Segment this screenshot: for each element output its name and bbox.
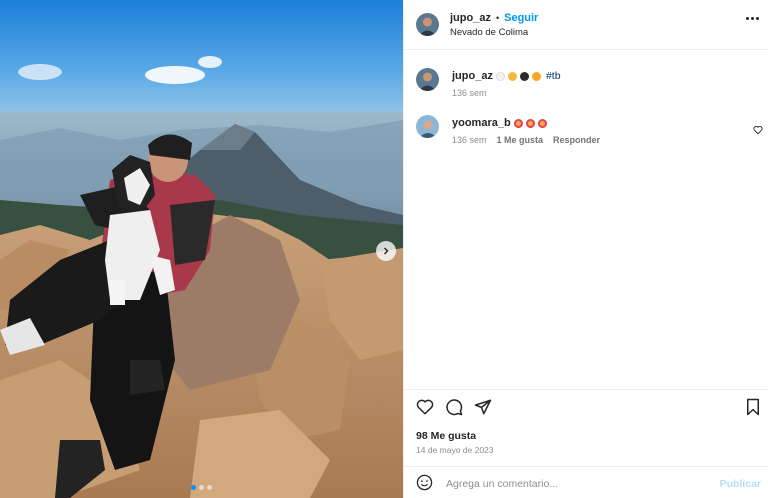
caption-line: jupo_az #tb <box>452 70 561 82</box>
more-options-button[interactable] <box>746 17 759 20</box>
like-comment-button[interactable] <box>753 122 763 140</box>
post-side-panel: jupo_az • Seguir Nevado de Colima jupo_a… <box>403 0 768 498</box>
comment-likes[interactable]: 1 Me gusta <box>497 135 544 145</box>
carousel-dot <box>191 485 196 490</box>
heart-outline-icon <box>753 126 763 135</box>
comment-icon <box>446 399 463 416</box>
carousel-dot <box>199 485 204 490</box>
chevron-right-icon <box>384 247 389 255</box>
action-bar <box>404 389 768 423</box>
comment-composer: Publicar <box>404 466 768 498</box>
carousel-indicator <box>0 485 403 490</box>
hashtag-link[interactable]: #tb <box>546 70 561 82</box>
comment-username[interactable]: yoomara_b <box>452 117 511 129</box>
post-header: jupo_az • Seguir Nevado de Colima <box>404 0 768 50</box>
reply-button[interactable]: Responder <box>553 135 600 145</box>
post-date[interactable]: 14 de mayo de 2023 <box>416 445 494 455</box>
like-button[interactable] <box>416 398 434 421</box>
comment-username[interactable]: jupo_az <box>452 70 493 82</box>
smiley-icon <box>416 474 433 491</box>
emoji-picker-button[interactable] <box>416 474 433 496</box>
comment-meta: 136 sem 1 Me gusta Responder <box>452 135 600 145</box>
caption-meta: 136 sem <box>452 88 487 98</box>
avatar-image <box>416 68 439 91</box>
commenter-avatar[interactable] <box>416 115 439 138</box>
caption-avatar[interactable] <box>416 68 439 91</box>
post-photo[interactable] <box>0 0 403 498</box>
photo-image <box>0 0 403 498</box>
black-heart-icon <box>519 71 529 81</box>
comment-age[interactable]: 136 sem <box>452 88 487 98</box>
carousel-next-button[interactable] <box>376 241 396 261</box>
avatar-image <box>416 115 439 138</box>
smiling-heart-eyes-icon <box>507 71 517 81</box>
avatar-image <box>416 13 439 36</box>
send-icon <box>474 399 492 415</box>
like-count[interactable]: 98 Me gusta <box>416 430 476 442</box>
carousel-dot <box>207 485 212 490</box>
save-button[interactable] <box>745 398 761 421</box>
bookmark-icon <box>747 398 759 416</box>
heart-icon <box>416 399 434 415</box>
comment-button[interactable] <box>445 398 463 421</box>
separator-dot: • <box>495 13 500 23</box>
author-avatar[interactable] <box>416 13 439 36</box>
header-user: jupo_az • Seguir <box>450 12 538 24</box>
publish-button[interactable]: Publicar <box>720 478 761 490</box>
more-options-icon <box>746 17 749 20</box>
comment-line: yoomara_b <box>452 117 547 129</box>
follow-button[interactable]: Seguir <box>504 12 538 24</box>
comment-input[interactable] <box>446 475 706 493</box>
author-username[interactable]: jupo_az <box>450 12 491 24</box>
comment-age[interactable]: 136 sem <box>452 135 487 145</box>
white-heart-icon <box>495 71 505 81</box>
post-location[interactable]: Nevado de Colima <box>450 27 528 38</box>
share-button[interactable] <box>474 398 492 421</box>
heart-eyes-icon <box>537 118 547 128</box>
heart-eyes-icon <box>513 118 523 128</box>
raising-hands-icon <box>531 71 541 81</box>
heart-eyes-icon <box>525 118 535 128</box>
